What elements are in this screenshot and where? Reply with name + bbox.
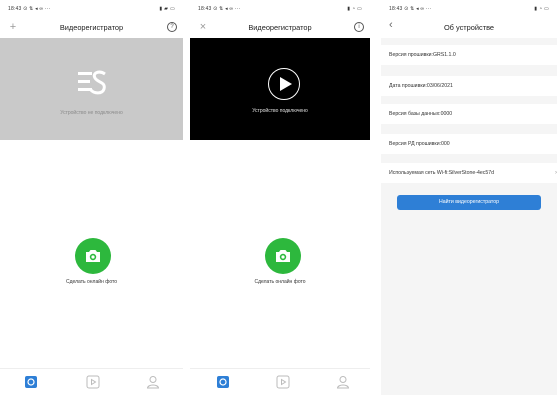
firmware-date-row: Дата прошивки:03/06/2021 xyxy=(381,76,557,96)
page-title: Об устройстве xyxy=(443,23,495,32)
help-icon[interactable]: ? xyxy=(167,22,177,32)
status-system-icons: ▮ ▰ ▭ xyxy=(159,6,175,12)
home-tab-icon[interactable] xyxy=(216,375,230,389)
online-photo-label: Сделать онлайн фото xyxy=(66,279,117,285)
page-title: Видеорегистратор xyxy=(248,23,312,32)
firmware-version-row: Версия прошивки:GRS1.1.0 xyxy=(381,45,557,65)
app-bar: Об устройстве xyxy=(381,18,557,38)
status-system-icons: ▮ ◔ ▭ xyxy=(347,6,362,12)
play-button[interactable] xyxy=(268,68,300,100)
status-time: 18:43 ⊙ ⇅ ◂ ∞ ··· xyxy=(8,6,51,12)
bottom-nav xyxy=(0,368,183,395)
home-tab-icon[interactable] xyxy=(24,375,38,389)
firmware-version-label: Версия прошивки:GRS1.1.0 xyxy=(389,52,456,58)
firmware-date-label: Дата прошивки:03/06/2021 xyxy=(389,83,453,89)
profile-tab-icon[interactable] xyxy=(336,375,350,389)
camera-icon xyxy=(276,250,290,262)
status-system-icons: ▮ ◔ ▭ xyxy=(534,6,549,12)
page-title: Видеорегистратор xyxy=(59,23,124,32)
status-time: 18:43 ⊙ ⇅ ◂ ∞ ··· xyxy=(389,6,432,12)
status-bar: 18:43 ⊙ ⇅ ◂ ∞ ··· ▮ ◔ ▭ xyxy=(381,0,557,18)
wifi-network-label: Используемая сеть Wi-fi:SilverStone-4ec5… xyxy=(389,170,494,176)
playback-tab-icon[interactable] xyxy=(276,375,290,389)
camera-icon xyxy=(86,250,100,262)
status-bar: 18:43 ⊙ ⇅ ◂ ∞ ··· ▮ ▰ ▭ xyxy=(0,0,183,18)
status-time: 18:43 ⊙ ⇅ ◂ ∞ ··· xyxy=(198,6,241,12)
online-photo-button[interactable] xyxy=(75,238,111,274)
app-bar: × Видеорегистратор i xyxy=(190,18,370,38)
video-status-message: Устройство подключено xyxy=(252,108,308,114)
online-photo-button[interactable] xyxy=(265,238,301,274)
video-preview[interactable]: Устройство не подключено xyxy=(0,38,183,140)
find-dashcam-button[interactable]: Найти видеорегистратор xyxy=(397,195,541,210)
info-icon[interactable]: i xyxy=(354,22,364,32)
screen-connected: 18:43 ⊙ ⇅ ◂ ∞ ··· ▮ ◔ ▭ × Видеорегистрат… xyxy=(190,0,370,395)
bottom-nav xyxy=(190,368,370,395)
database-version-label: Версия базы данных:0000 xyxy=(389,111,453,117)
back-arrow-icon[interactable]: ‹ xyxy=(389,19,393,31)
play-icon xyxy=(280,77,292,91)
wifi-network-row[interactable]: Используемая сеть Wi-fi:SilverStone-4ec5… xyxy=(381,163,557,183)
profile-tab-icon[interactable] xyxy=(146,375,160,389)
app-bar: + Видеорегистратор ? xyxy=(0,18,183,38)
database-version-row: Версия базы данных:0000 xyxy=(381,104,557,124)
online-photo-label: Сделать онлайн фото xyxy=(254,279,306,285)
rd-firmware-version-label: Версия РД прошивки:000 xyxy=(389,141,450,147)
screen-disconnected: 18:43 ⊙ ⇅ ◂ ∞ ··· ▮ ▰ ▭ + Видеорегистрат… xyxy=(0,0,183,395)
video-status-message: Устройство не подключено xyxy=(60,110,123,116)
app-logo-icon xyxy=(78,70,106,95)
screen-device-info: 18:43 ⊙ ⇅ ◂ ∞ ··· ▮ ◔ ▭ Об устройстве ‹ … xyxy=(381,0,557,395)
rd-firmware-version-row: Версия РД прошивки:000 xyxy=(381,134,557,154)
status-bar: 18:43 ⊙ ⇅ ◂ ∞ ··· ▮ ◔ ▭ xyxy=(190,0,370,18)
playback-tab-icon[interactable] xyxy=(86,375,100,389)
video-preview[interactable]: Устройство подключено xyxy=(190,38,370,140)
